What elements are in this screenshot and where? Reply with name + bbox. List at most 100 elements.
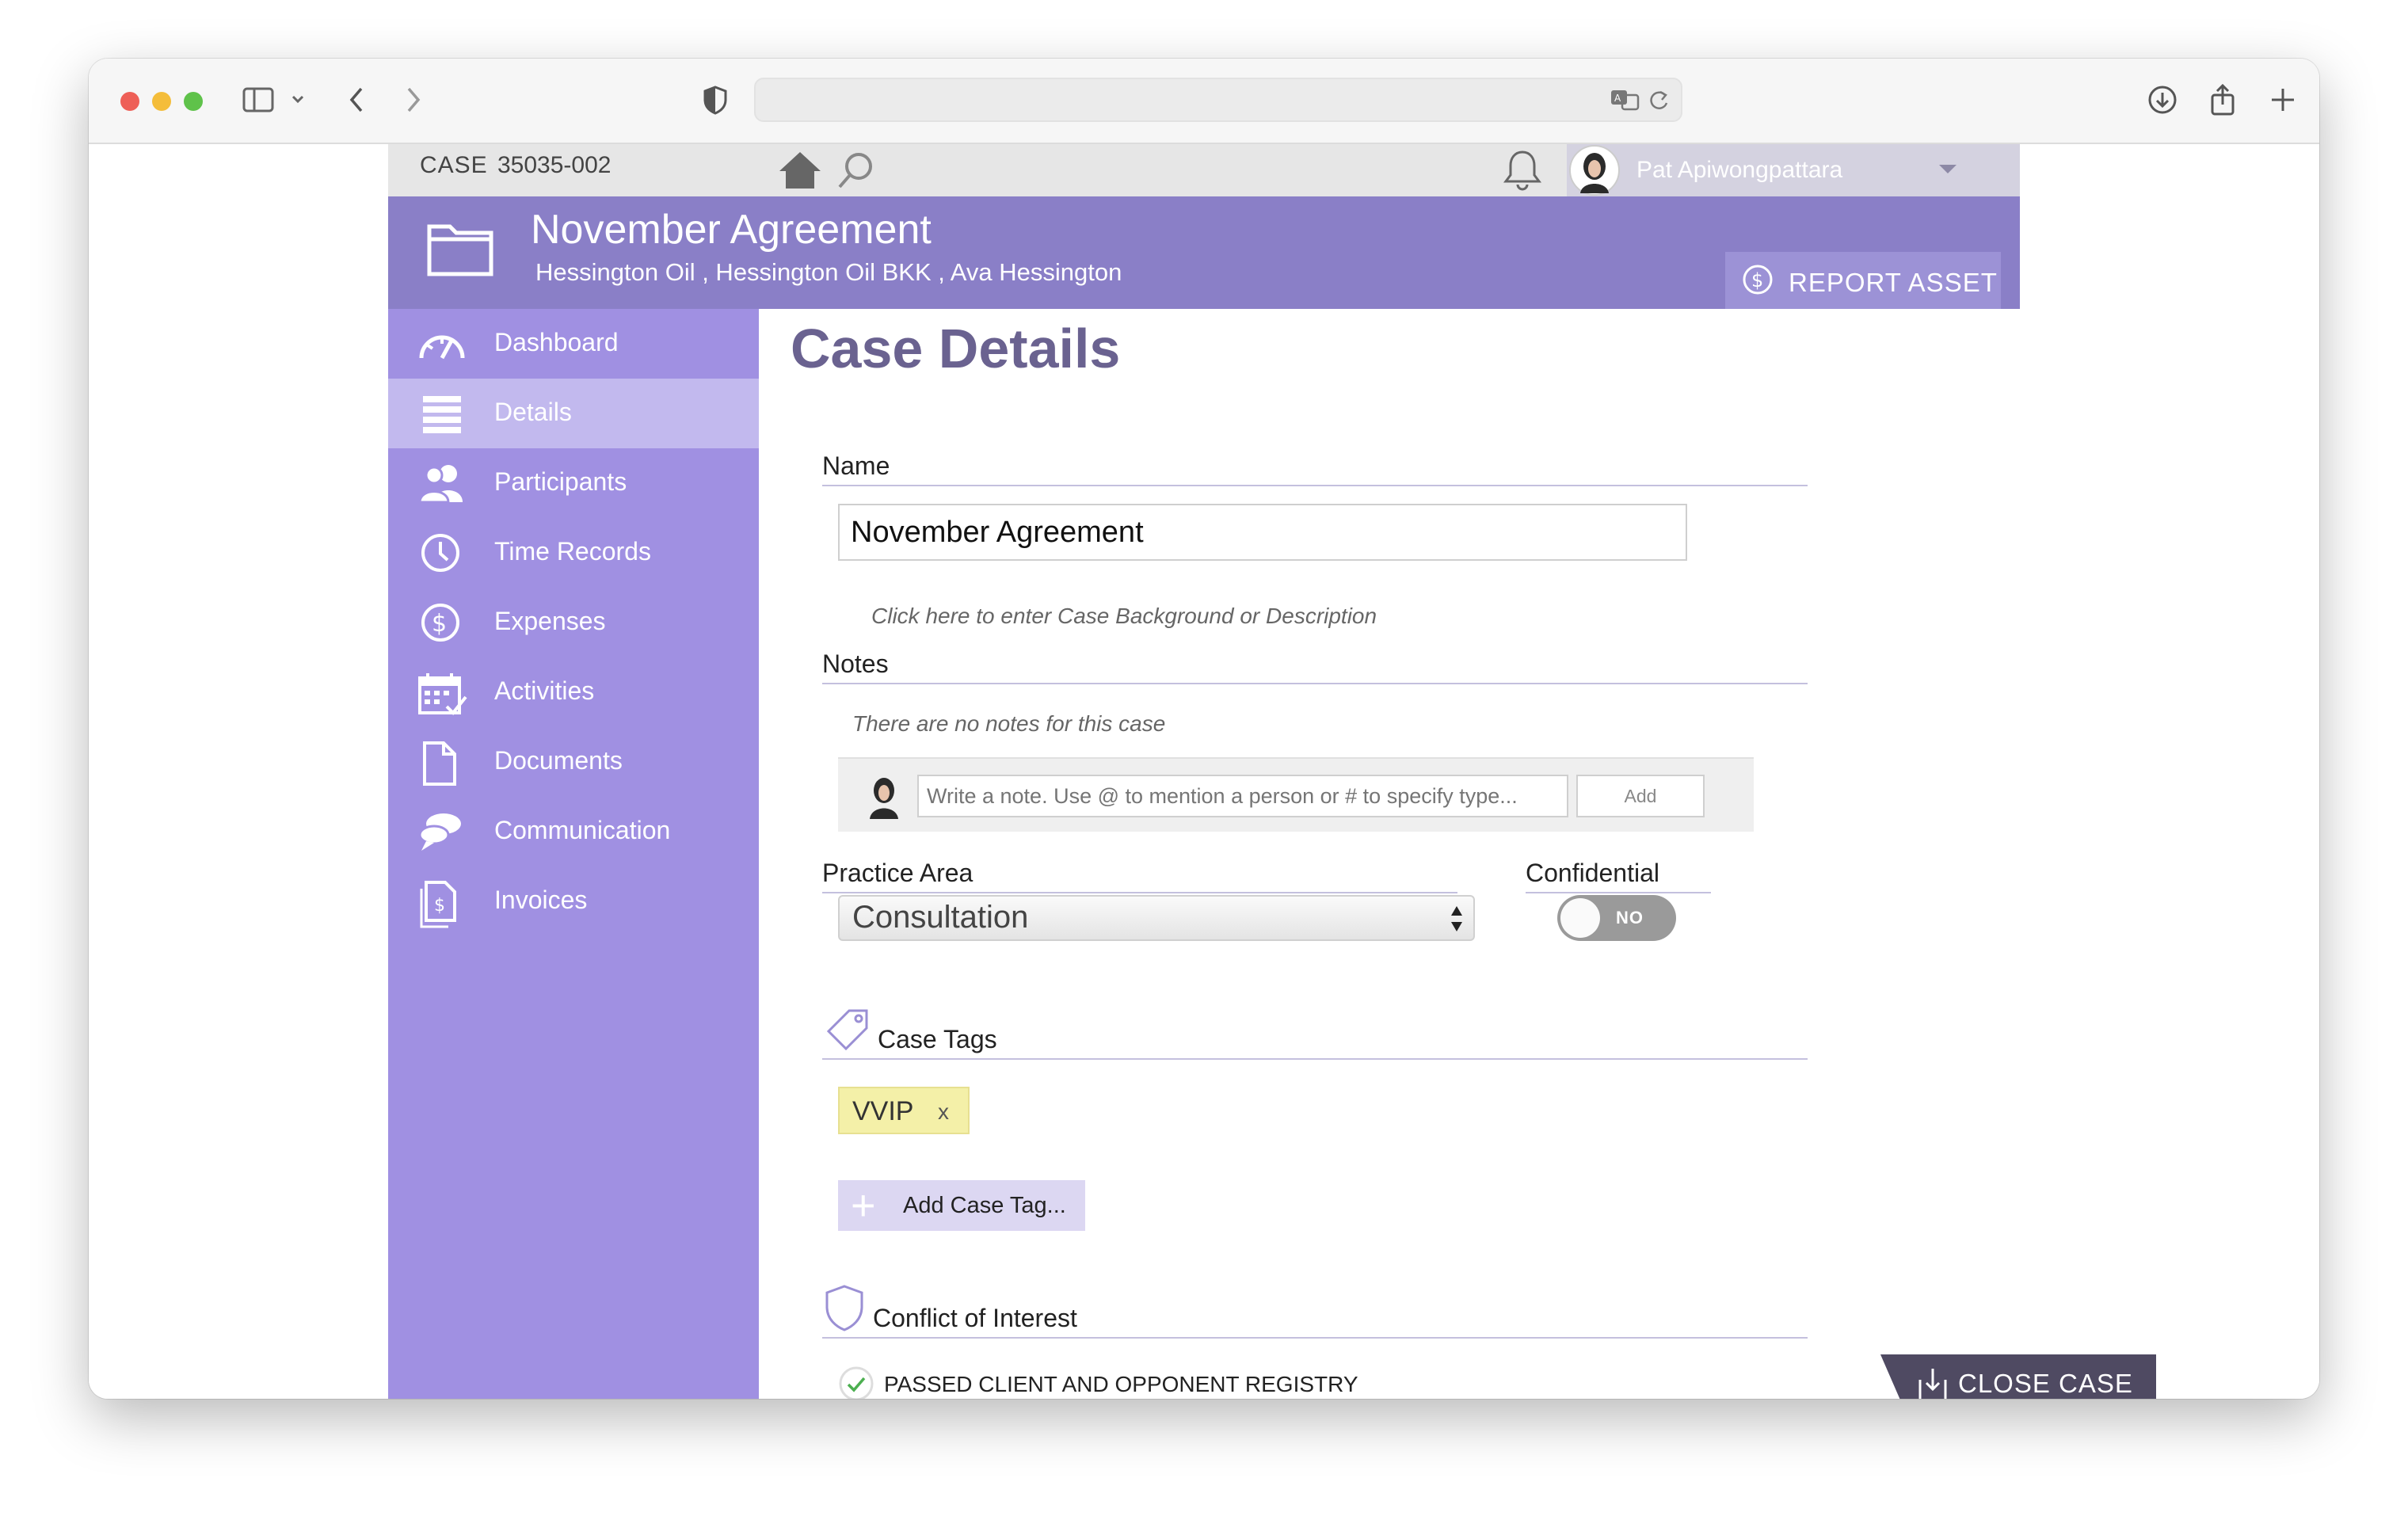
- remove-tag-button[interactable]: x: [938, 1099, 949, 1125]
- sidebar-item-label: Participants: [494, 467, 627, 496]
- divider: [822, 892, 1457, 893]
- minimize-window-button[interactable]: [152, 92, 171, 111]
- toggle-knob: [1560, 898, 1600, 938]
- svg-text:A: A: [1614, 93, 1621, 104]
- name-label: Name: [822, 451, 890, 480]
- check-circle-icon: [838, 1366, 874, 1399]
- sidebar-toggle-icon[interactable]: [242, 82, 274, 121]
- sidebar-item-details[interactable]: Details: [388, 379, 759, 448]
- sidebar-item-invoices[interactable]: $ Invoices: [388, 867, 759, 936]
- back-arrow-icon[interactable]: [345, 82, 369, 121]
- sidebar-item-label: Time Records: [494, 537, 651, 566]
- download-tray-icon: [1915, 1366, 1950, 1399]
- svg-text:$: $: [432, 610, 447, 638]
- add-case-tag-button[interactable]: + Add Case Tag...: [838, 1180, 1085, 1231]
- svg-text:$: $: [434, 896, 445, 916]
- notes-empty-text: There are no notes for this case: [852, 711, 1166, 736]
- download-icon[interactable]: [2145, 82, 2180, 121]
- web-page: CASE 35035-002 Pat Apiwongpattara Novemb…: [89, 144, 2319, 1399]
- list-icon: [417, 393, 467, 434]
- conflict-of-interest-label: Conflict of Interest: [873, 1304, 1077, 1332]
- sidebar-item-label: Documents: [494, 746, 623, 775]
- case-tags-label: Case Tags: [878, 1025, 997, 1053]
- zoom-window-button[interactable]: [184, 92, 203, 111]
- tag-icon: [824, 1006, 871, 1057]
- toggle-state: NO: [1616, 908, 1644, 928]
- practice-area-select[interactable]: Consultation: [838, 895, 1475, 941]
- description-hint[interactable]: Click here to enter Case Background or D…: [871, 604, 1377, 629]
- divider: [822, 1058, 1808, 1060]
- select-arrows-icon: [1448, 901, 1465, 944]
- user-menu[interactable]: Pat Apiwongpattara: [1503, 144, 2020, 196]
- sidebar-item-expenses[interactable]: $ Expenses: [388, 588, 759, 657]
- case-label: CASE: [420, 152, 488, 178]
- report-asset-label: REPORT ASSET: [1789, 268, 1998, 297]
- case-header: November Agreement Hessington Oil , Hess…: [388, 196, 2020, 314]
- report-asset-button[interactable]: $ REPORT ASSET: [1725, 252, 2001, 314]
- case-tag-name: VVIP: [852, 1096, 914, 1126]
- browser-window: A CASE 35035-002 Pat Apiwongpattara Nove…: [89, 59, 2319, 1399]
- note-input[interactable]: [917, 775, 1568, 817]
- avatar: [1567, 144, 1622, 200]
- practice-area-value: Consultation: [852, 900, 1029, 935]
- sidebar-item-label: Expenses: [494, 607, 606, 635]
- clock-icon: [417, 532, 467, 573]
- close-case-button[interactable]: CLOSE CASE: [1880, 1354, 2156, 1399]
- sidebar-item-label: Details: [494, 398, 572, 426]
- sidebar-item-time-records[interactable]: Time Records: [388, 518, 759, 588]
- sidebar-item-communication[interactable]: Communication: [388, 797, 759, 867]
- sidebar-item-participants[interactable]: Participants: [388, 448, 759, 518]
- invoice-icon: $: [417, 881, 467, 928]
- sidebar-item-label: Communication: [494, 816, 671, 844]
- chevron-down-icon[interactable]: [290, 82, 306, 121]
- search-icon[interactable]: [835, 149, 878, 196]
- dollar-circle-icon: $: [417, 602, 467, 643]
- add-note-button[interactable]: Add: [1576, 775, 1705, 817]
- svg-text:$: $: [1751, 269, 1764, 291]
- divider: [822, 683, 1808, 684]
- calendar-icon: [417, 672, 467, 715]
- reload-icon[interactable]: [1646, 87, 1671, 118]
- close-window-button[interactable]: [120, 92, 139, 111]
- close-case-label: CLOSE CASE: [1958, 1369, 2133, 1398]
- confidential-toggle[interactable]: NO: [1557, 895, 1676, 941]
- notes-label: Notes: [822, 649, 889, 678]
- case-name-input[interactable]: [838, 504, 1687, 561]
- case-app: CASE 35035-002 Pat Apiwongpattara Novemb…: [388, 144, 2156, 1399]
- case-number: 35035-002: [497, 152, 612, 178]
- address-bar[interactable]: A: [754, 78, 1682, 122]
- case-title: November Agreement: [531, 207, 932, 253]
- document-icon: [417, 741, 467, 786]
- browser-toolbar: A: [89, 59, 2319, 144]
- home-icon[interactable]: [776, 149, 824, 196]
- case-tag: VVIP x: [838, 1087, 970, 1134]
- speedometer-icon: [417, 323, 467, 364]
- sidebar-item-activities[interactable]: Activities: [388, 657, 759, 727]
- conflict-status: PASSED CLIENT AND OPPONENT REGISTRY: [884, 1372, 1358, 1396]
- page-title: Case Details: [791, 318, 1121, 379]
- avatar: [862, 771, 906, 825]
- notification-bell-icon[interactable]: [1500, 147, 1545, 197]
- chevron-down-icon[interactable]: [1936, 162, 1960, 181]
- sidebar-item-dashboard[interactable]: Dashboard: [388, 309, 759, 379]
- sidebar-item-label: Dashboard: [494, 328, 619, 356]
- translate-icon[interactable]: A: [1610, 86, 1641, 118]
- divider: [822, 1337, 1808, 1339]
- add-case-tag-label: Add Case Tag...: [903, 1193, 1066, 1218]
- case-clients: Hessington Oil , Hessington Oil BKK , Av…: [535, 258, 1122, 286]
- share-icon[interactable]: [2207, 82, 2238, 121]
- shield-icon[interactable]: [702, 82, 729, 121]
- new-tab-icon[interactable]: [2267, 82, 2299, 121]
- dollar-circle-icon: $: [1741, 263, 1774, 303]
- folder-icon: [425, 215, 496, 283]
- sidebar-item-documents[interactable]: Documents: [388, 727, 759, 797]
- sidebar-nav: Dashboard Details Participants Time Reco…: [388, 309, 759, 1399]
- note-composer: Add: [838, 757, 1754, 832]
- people-icon: [417, 463, 467, 504]
- sidebar-item-label: Invoices: [494, 886, 588, 914]
- shield-icon: [824, 1283, 865, 1336]
- practice-area-label: Practice Area: [822, 859, 973, 887]
- plus-icon: +: [851, 1182, 876, 1229]
- sidebar-item-label: Activities: [494, 676, 595, 705]
- forward-arrow-icon[interactable]: [401, 82, 425, 121]
